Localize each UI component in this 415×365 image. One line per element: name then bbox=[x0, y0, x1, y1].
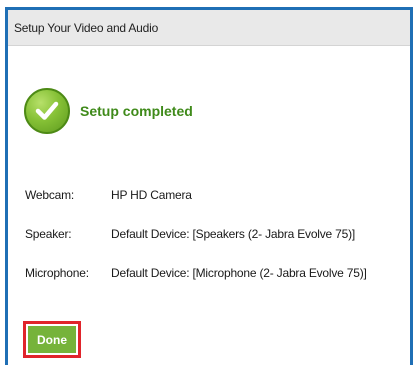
setup-dialog: Setup Your Video and Audio Setup complet… bbox=[5, 7, 413, 365]
webcam-label: Webcam: bbox=[25, 188, 75, 202]
speaker-label: Speaker: bbox=[25, 227, 72, 241]
setup-status: Setup completed bbox=[24, 88, 193, 134]
checkmark-icon bbox=[24, 88, 70, 134]
microphone-label: Microphone: bbox=[25, 266, 89, 280]
device-info: Webcam: HP HD Camera Speaker: Default De… bbox=[25, 188, 367, 305]
done-button[interactable]: Done bbox=[28, 326, 76, 353]
microphone-value: Default Device: [Microphone (2- Jabra Ev… bbox=[111, 266, 367, 280]
microphone-row: Microphone: Default Device: [Microphone … bbox=[25, 266, 367, 305]
speaker-value: Default Device: [Speakers (2- Jabra Evol… bbox=[111, 227, 356, 241]
speaker-row: Speaker: Default Device: [Speakers (2- J… bbox=[25, 227, 367, 266]
dialog-title: Setup Your Video and Audio bbox=[8, 10, 410, 46]
webcam-value: HP HD Camera bbox=[111, 188, 192, 202]
status-text: Setup completed bbox=[80, 103, 193, 119]
webcam-row: Webcam: HP HD Camera bbox=[25, 188, 367, 227]
done-button-highlight: Done bbox=[23, 321, 81, 358]
